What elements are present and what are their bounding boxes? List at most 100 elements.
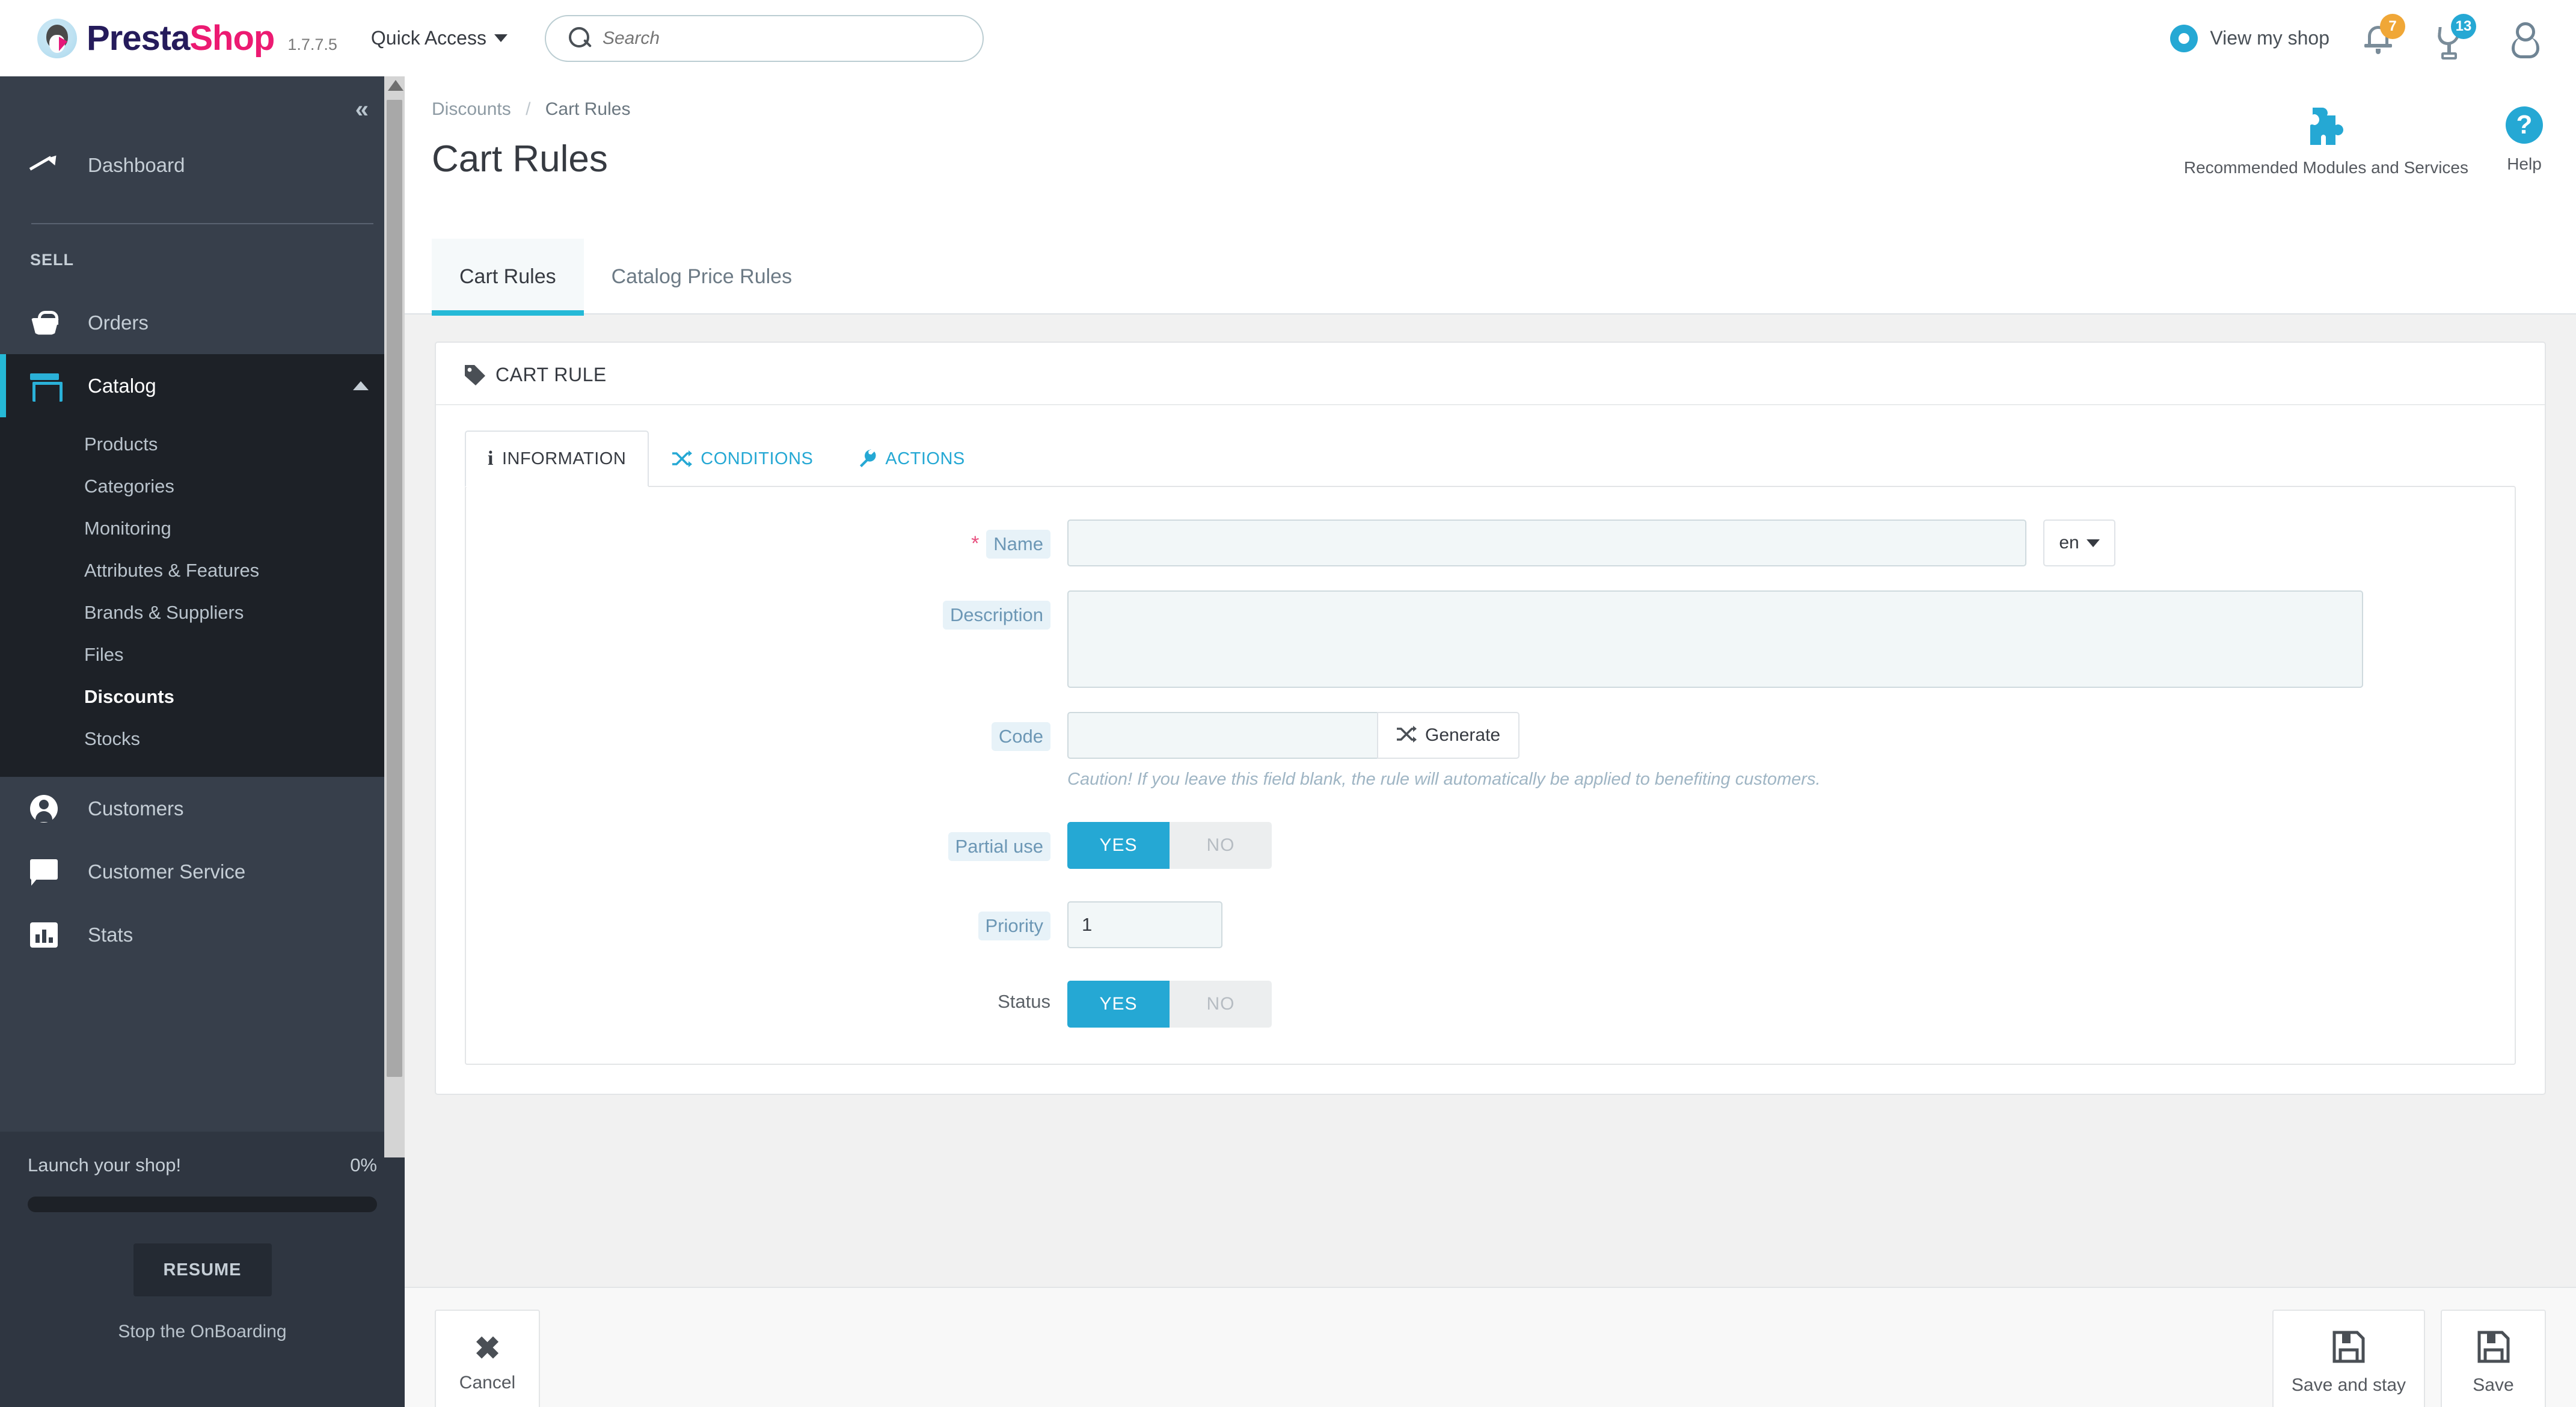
global-search-box[interactable]	[544, 14, 984, 62]
top-header-bar: PrestaShop 1.7.7.5 Quick Access View my …	[0, 0, 2576, 76]
quick-access-dropdown[interactable]: Quick Access	[371, 27, 508, 49]
priority-label-wrap: Priority	[466, 901, 1067, 940]
recommended-modules-button[interactable]: Recommended Modules and Services	[2184, 106, 2468, 177]
sidebar-subitem-files[interactable]: Files	[0, 634, 405, 676]
save-and-stay-label: Save and stay	[2291, 1375, 2406, 1395]
sidebar-item-label-customer-service: Customer Service	[88, 860, 246, 883]
form-row-description: Description	[466, 590, 2515, 688]
chevron-down-icon	[2086, 539, 2100, 547]
status-no-option[interactable]: NO	[1170, 981, 1272, 1028]
view-my-shop-link[interactable]: View my shop	[2158, 24, 2329, 52]
code-input[interactable]	[1067, 712, 1377, 759]
main-sidebar-nav: « Dashboard SELL Orders Catalog Products…	[0, 76, 405, 1407]
form-row-priority: Priority	[466, 901, 2515, 948]
code-label: Code	[991, 722, 1050, 751]
sidebar-item-customers[interactable]: Customers	[0, 777, 405, 840]
save-button[interactable]: Save	[2441, 1310, 2546, 1407]
sidebar-item-dashboard[interactable]: Dashboard	[0, 133, 405, 197]
panel-title: CART RULE	[495, 363, 607, 385]
tab-actions-label: ACTIONS	[885, 449, 965, 468]
name-input[interactable]	[1067, 520, 2026, 566]
prestashop-logo[interactable]: PrestaShop 1.7.7.5	[37, 18, 337, 58]
sidebar-item-catalog[interactable]: Catalog	[0, 354, 405, 417]
tab-catalog-price-rules[interactable]: Catalog Price Rules	[584, 239, 820, 314]
onboarding-stop-link[interactable]: Stop the OnBoarding	[28, 1322, 377, 1342]
store-icon	[30, 373, 64, 402]
tab-conditions[interactable]: CONDITIONS	[649, 431, 836, 487]
partial-use-control: YES NO	[1067, 822, 2515, 869]
partial-use-label: Partial use	[948, 832, 1050, 861]
notifications-bell-button[interactable]: 7	[2363, 13, 2405, 60]
shuffle-icon	[1396, 725, 1417, 746]
tab-cart-rules[interactable]: Cart Rules	[432, 239, 584, 316]
help-icon: ?	[2506, 106, 2543, 144]
footer-save-actions: Save and stay Save	[2272, 1310, 2546, 1407]
sidebar-item-stats[interactable]: Stats	[0, 903, 405, 966]
form-row-status: Status YES NO	[466, 981, 2515, 1028]
sidebar-item-customer-service[interactable]: Customer Service	[0, 840, 405, 903]
priority-label: Priority	[978, 912, 1050, 940]
help-button[interactable]: ? Help	[2506, 106, 2543, 174]
user-account-avatar[interactable]	[2505, 21, 2540, 58]
description-textarea[interactable]	[1067, 590, 2363, 688]
cancel-button[interactable]: ✖ Cancel	[435, 1310, 540, 1407]
sidebar-section-sell: SELL	[30, 251, 75, 269]
status-yes-option[interactable]: YES	[1067, 981, 1170, 1028]
breadcrumb-parent[interactable]: Discounts	[432, 99, 511, 119]
sidebar-collapse-button[interactable]: «	[355, 97, 369, 121]
chevron-down-icon	[494, 34, 508, 42]
shuffle-icon	[672, 450, 693, 467]
breadcrumb-separator: /	[526, 99, 531, 119]
scroll-up-arrow-icon[interactable]	[388, 80, 403, 91]
sidebar-subitem-stocks[interactable]: Stocks	[0, 718, 405, 760]
tab-actions[interactable]: ACTIONS	[836, 431, 987, 487]
onboarding-percent: 0%	[350, 1154, 377, 1176]
generate-code-button[interactable]: Generate	[1377, 712, 1520, 759]
save-and-stay-button[interactable]: Save and stay	[2272, 1310, 2425, 1407]
sidebar-item-label-catalog: Catalog	[88, 374, 156, 397]
sidebar-subitem-categories[interactable]: Categories	[0, 465, 405, 507]
wrench-icon	[859, 449, 877, 468]
form-footer-bar: ✖ Cancel Save and stay Save	[405, 1287, 2576, 1407]
description-label-wrap: Description	[466, 590, 1067, 630]
brand-presta-text: Presta	[87, 19, 190, 58]
bell-base-icon	[2364, 43, 2392, 48]
sidebar-subitem-discounts[interactable]: Discounts	[0, 676, 405, 718]
main-content-area: Discounts / Cart Rules Cart Rules Recomm…	[405, 76, 2576, 1407]
search-input[interactable]	[602, 28, 939, 49]
sidebar-subitem-monitoring[interactable]: Monitoring	[0, 507, 405, 550]
onboarding-title: Launch your shop!	[28, 1154, 182, 1176]
language-dropdown[interactable]: en	[2043, 520, 2115, 566]
eye-icon	[2170, 24, 2198, 52]
partial-use-yes-option[interactable]: YES	[1067, 822, 1170, 869]
tab-information[interactable]: i INFORMATION	[465, 431, 649, 487]
sidebar-item-orders[interactable]: Orders	[0, 291, 405, 354]
orders-notifications-button[interactable]: 13	[2434, 13, 2476, 60]
onboarding-resume-button[interactable]: RESUME	[133, 1243, 272, 1296]
sidebar-subitem-products[interactable]: Products	[0, 423, 405, 465]
sidebar-item-label-orders: Orders	[88, 311, 149, 334]
save-button-label: Save	[2473, 1375, 2514, 1395]
breadcrumb-current: Cart Rules	[545, 99, 631, 119]
bell-clapper-icon	[2376, 48, 2381, 54]
save-icon	[2477, 1330, 2510, 1367]
status-toggle[interactable]: YES NO	[1067, 981, 1272, 1028]
sidebar-scrollbar-thumb[interactable]	[387, 100, 402, 1077]
chevron-up-icon	[353, 381, 369, 390]
chart-icon	[30, 922, 64, 948]
sidebar-subitem-brands-suppliers[interactable]: Brands & Suppliers	[0, 592, 405, 634]
priority-input[interactable]	[1067, 901, 1222, 948]
partial-use-label-wrap: Partial use	[466, 822, 1067, 861]
language-dropdown-value: en	[2059, 533, 2079, 553]
cart-rule-panel: CART RULE i INFORMATION CONDITIONS ACTIO…	[435, 342, 2546, 1095]
sidebar-subitem-attributes-features[interactable]: Attributes & Features	[0, 550, 405, 592]
mascot-beak-icon	[59, 36, 67, 51]
partial-use-no-option[interactable]: NO	[1170, 822, 1272, 869]
tab-conditions-label: CONDITIONS	[701, 449, 814, 468]
partial-use-toggle[interactable]: YES NO	[1067, 822, 1272, 869]
help-label: Help	[2507, 155, 2542, 173]
search-icon	[565, 25, 593, 52]
user-icon	[30, 794, 64, 823]
status-control: YES NO	[1067, 981, 2515, 1028]
trend-icon	[30, 155, 64, 176]
